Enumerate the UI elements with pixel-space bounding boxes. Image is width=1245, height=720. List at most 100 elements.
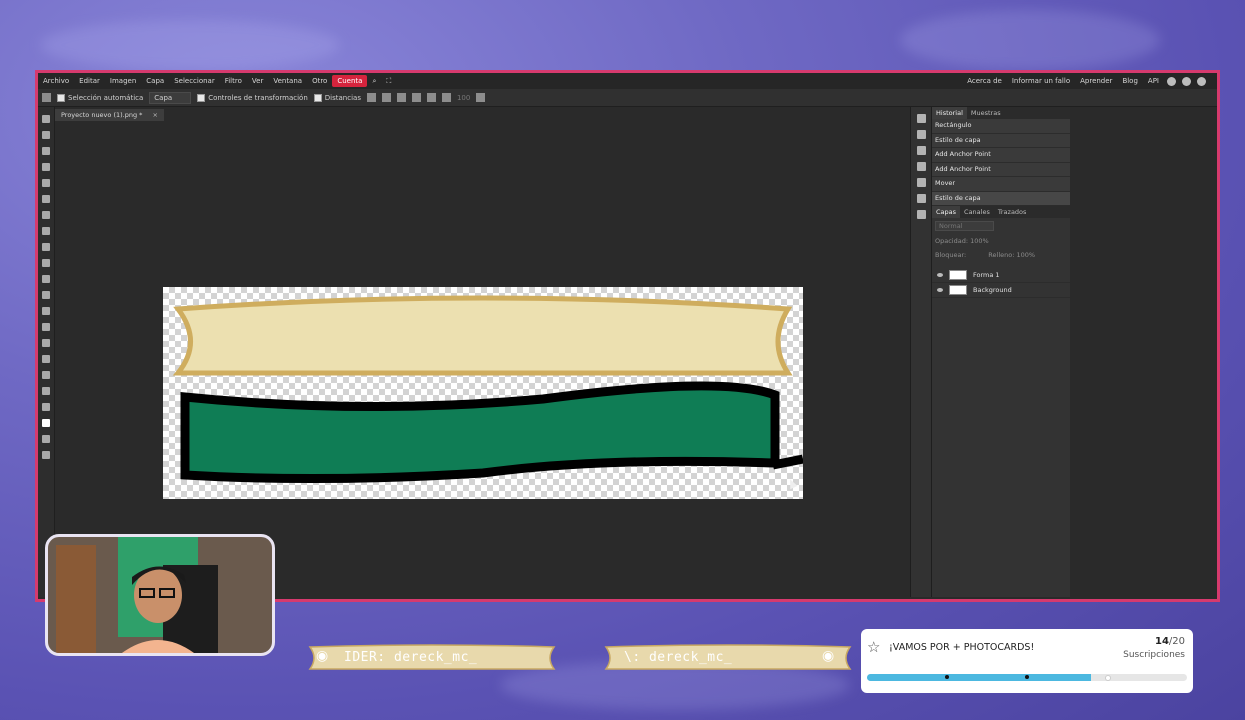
magic-wand-icon[interactable] [42, 163, 50, 171]
align-bottom-icon[interactable] [396, 93, 406, 102]
zoom-icon[interactable] [42, 403, 50, 411]
marquee-icon[interactable] [42, 131, 50, 139]
document-title: Proyecto nuevo (1).png * [61, 111, 143, 119]
screen-mode-icon[interactable] [42, 451, 50, 459]
search-icon[interactable]: ⌕ [367, 73, 381, 89]
opacity-value[interactable]: 100% [970, 237, 989, 245]
healing-icon[interactable] [42, 211, 50, 219]
transform-controls-checkbox[interactable]: Controles de transformación [197, 93, 308, 102]
close-tab-icon[interactable]: × [153, 111, 158, 119]
move-tool-icon[interactable] [42, 93, 51, 102]
auto-select-checkbox[interactable]: Selección automática [57, 93, 143, 102]
streamer-banner-left: ◉ IDER: dereck_mc_ [308, 644, 556, 672]
crop-icon[interactable] [42, 179, 50, 187]
info-icon[interactable] [916, 114, 926, 123]
history-item[interactable]: Rectángulo [932, 119, 1070, 134]
tab-trazados[interactable]: Trazados [994, 206, 1031, 218]
right-panel: Historial Muestras Rectángulo Estilo de … [931, 107, 1070, 597]
history-item[interactable]: Mover [932, 177, 1070, 192]
paragraph-icon[interactable] [916, 178, 926, 187]
eyedropper-icon[interactable] [42, 195, 50, 203]
align-top-icon[interactable] [366, 93, 376, 102]
menu-cuenta[interactable]: Cuenta [332, 75, 368, 87]
grid-icon[interactable] [476, 93, 486, 102]
history-item[interactable]: Add Anchor Point [932, 162, 1070, 177]
fullscreen-icon[interactable]: ⛶ [381, 73, 396, 89]
menu-ventana[interactable]: Ventana [268, 73, 307, 89]
hand-icon[interactable] [42, 387, 50, 395]
align-right-icon[interactable] [441, 93, 451, 102]
distances-checkbox[interactable]: Distancias [313, 93, 361, 102]
align-left-icon[interactable] [411, 93, 421, 102]
align-middle-icon[interactable] [381, 93, 391, 102]
link-aprender[interactable]: Aprender [1075, 73, 1117, 89]
link-acerca[interactable]: Acerca de [962, 73, 1007, 89]
pen-icon[interactable] [42, 339, 50, 347]
history-item[interactable]: Estilo de capa [932, 133, 1070, 148]
link-blog[interactable]: Blog [1117, 73, 1142, 89]
menu-seleccionar[interactable]: Seleccionar [169, 73, 220, 89]
tab-capas[interactable]: Capas [932, 206, 961, 218]
tab-muestras[interactable]: Muestras [967, 107, 1005, 119]
brush-settings-icon[interactable] [916, 146, 926, 155]
menu-imagen[interactable]: Imagen [105, 73, 141, 89]
star-icon: ☆ [867, 638, 881, 656]
banner-left-text: IDER: dereck_mc_ [344, 650, 478, 665]
goal-current: 14 [1154, 636, 1169, 647]
layer-row[interactable]: Forma 1 [932, 268, 1070, 283]
align-center-icon[interactable] [426, 93, 436, 102]
link-api[interactable]: API [1143, 73, 1164, 89]
menu-ver[interactable]: Ver [247, 73, 268, 89]
quick-mask-icon[interactable] [42, 435, 50, 443]
link-informar-fallo[interactable]: Informar un fallo [1007, 73, 1075, 89]
history-tabs: Historial Muestras [932, 107, 1070, 119]
gradient-icon[interactable] [42, 275, 50, 283]
subscription-goal-widget: ☆ ¡VAMOS POR + PHOTOCARDS! 14/20 Suscrip… [861, 629, 1193, 693]
eraser-icon[interactable] [42, 259, 50, 267]
goal-progress-fill [867, 674, 1091, 681]
progress-marker [1105, 675, 1111, 681]
tab-canales[interactable]: Canales [960, 206, 994, 218]
type-icon[interactable] [42, 323, 50, 331]
blur-icon[interactable] [42, 291, 50, 299]
color-swatch-icon[interactable] [42, 419, 50, 427]
move-icon[interactable] [42, 115, 50, 123]
history-item[interactable]: Estilo de capa [932, 191, 1070, 206]
visibility-eye-icon[interactable] [937, 273, 943, 277]
menu-archivo[interactable]: Archivo [38, 73, 74, 89]
cream-ribbon-shape [172, 295, 793, 376]
facebook-icon[interactable] [1197, 76, 1206, 86]
dodge-icon[interactable] [42, 307, 50, 315]
fill-value[interactable]: 100% [1017, 251, 1036, 259]
lasso-icon[interactable] [42, 147, 50, 155]
image-icon[interactable] [916, 210, 926, 219]
history-list: Rectángulo Estilo de capa Add Anchor Poi… [932, 119, 1070, 206]
auto-select-target-dropdown[interactable]: Capa [149, 91, 192, 104]
character-icon[interactable] [916, 162, 926, 171]
path-select-icon[interactable] [42, 355, 50, 363]
layer-thumbnail [949, 270, 967, 280]
tab-historial[interactable]: Historial [932, 107, 967, 119]
properties-icon[interactable] [916, 130, 926, 139]
stamp-icon[interactable] [42, 243, 50, 251]
shape-icon[interactable] [42, 371, 50, 379]
visibility-eye-icon[interactable] [937, 288, 943, 292]
twitter-icon[interactable] [1182, 76, 1191, 86]
brush-icon[interactable] [42, 227, 50, 235]
blend-mode-select[interactable]: Normal [935, 221, 994, 231]
document-tab[interactable]: Proyecto nuevo (1).png * × [55, 109, 164, 121]
reddit-icon[interactable] [1167, 76, 1176, 86]
streamer-banner-right: \: dereck_mc_ ◉ [604, 644, 852, 672]
zoom-value: 100 [456, 93, 471, 102]
history-item[interactable]: Add Anchor Point [932, 148, 1070, 163]
css-icon[interactable] [916, 194, 926, 203]
document-canvas[interactable] [163, 287, 803, 499]
banner-right-text: \: dereck_mc_ [624, 650, 733, 665]
menu-capa[interactable]: Capa [141, 73, 169, 89]
menu-otro[interactable]: Otro [307, 73, 332, 89]
opacity-label: Opacidad: [935, 237, 969, 245]
layer-row[interactable]: Background [932, 283, 1070, 298]
layer-thumbnail [949, 285, 967, 295]
menu-editar[interactable]: Editar [74, 73, 105, 89]
menu-filtro[interactable]: Filtro [220, 73, 247, 89]
